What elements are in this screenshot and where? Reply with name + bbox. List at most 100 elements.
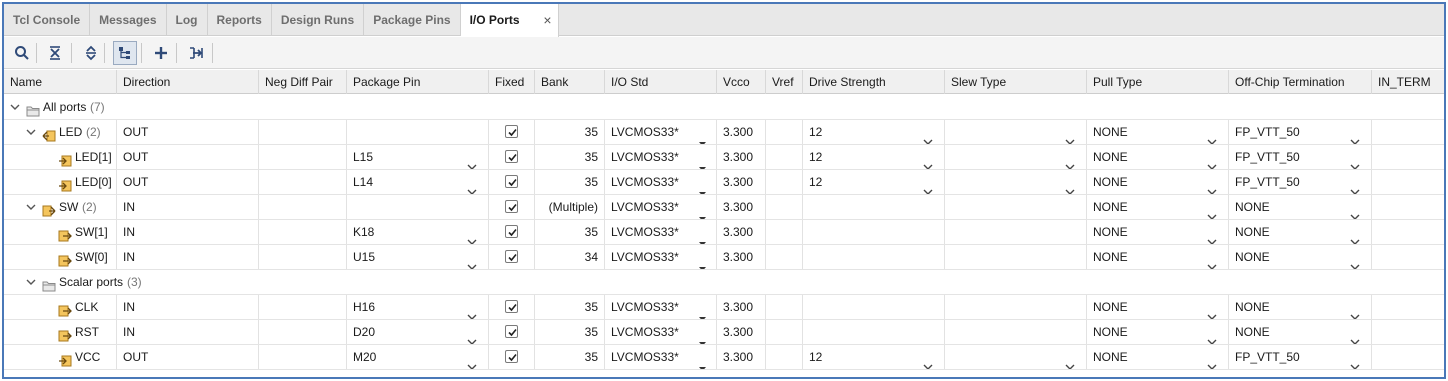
io-std-select[interactable]: LVCMOS33*	[605, 195, 717, 219]
dropdown-triangle-icon[interactable]	[699, 155, 706, 169]
chevron-down-icon[interactable]	[1350, 354, 1360, 369]
package-pin-select[interactable]: K18	[347, 220, 489, 244]
chevron-down-icon[interactable]	[1207, 229, 1217, 244]
slew-type-select[interactable]	[945, 170, 1087, 194]
slew-type-select[interactable]	[945, 145, 1087, 169]
pull-type-select[interactable]: NONE	[1087, 320, 1229, 344]
chevron-down-icon[interactable]	[923, 154, 933, 169]
chevron-down-icon[interactable]	[467, 229, 477, 244]
column-header-i-o-std[interactable]: I/O Std	[605, 70, 717, 94]
io-std-select[interactable]: LVCMOS33*	[605, 220, 717, 244]
slew-type-select[interactable]	[945, 345, 1087, 369]
table-row[interactable]: SW[1] IN K18 35 LVCMOS33* 3.300 NONE NONE	[4, 220, 1444, 245]
dropdown-triangle-icon[interactable]	[699, 180, 706, 194]
fixed-checkbox[interactable]	[505, 175, 518, 188]
dropdown-triangle-icon[interactable]	[699, 205, 706, 219]
chevron-down-icon[interactable]	[467, 304, 477, 319]
chevron-down-icon[interactable]	[26, 195, 36, 219]
package-pin-select[interactable]: D20	[347, 320, 489, 344]
table-row[interactable]: SW[0] IN U15 34 LVCMOS33* 3.300 NONE NONE	[4, 245, 1444, 270]
table-row[interactable]: LED[1] OUT L15 35 LVCMOS33* 3.300 12 NONE FP_VTT…	[4, 145, 1444, 170]
package-pin-select[interactable]: L15	[347, 145, 489, 169]
dropdown-triangle-icon[interactable]	[699, 255, 706, 269]
chevron-down-icon[interactable]	[10, 95, 20, 119]
tab-tcl-console[interactable]: Tcl Console	[4, 4, 91, 36]
column-header-bank[interactable]: Bank	[535, 70, 605, 94]
group-row[interactable]: All ports (7)	[4, 95, 1444, 120]
drive-strength-select[interactable]: 12	[803, 120, 945, 144]
fixed-checkbox[interactable]	[505, 350, 518, 363]
chevron-down-icon[interactable]	[1207, 329, 1217, 344]
io-std-select[interactable]: LVCMOS33*	[605, 170, 717, 194]
pull-type-select[interactable]: NONE	[1087, 145, 1229, 169]
fixed-checkbox[interactable]	[505, 150, 518, 163]
pull-type-select[interactable]: NONE	[1087, 345, 1229, 369]
tab-messages[interactable]: Messages	[90, 4, 167, 36]
tab-reports[interactable]: Reports	[208, 4, 272, 36]
tab-i-o-ports[interactable]: I/O Ports ×	[460, 4, 559, 37]
chevron-down-icon[interactable]	[467, 354, 477, 369]
tab-log[interactable]: Log	[167, 4, 208, 36]
column-header-name[interactable]: Name	[4, 70, 117, 94]
column-header-off-chip-termination[interactable]: Off-Chip Termination	[1229, 70, 1372, 94]
chevron-down-icon[interactable]	[467, 329, 477, 344]
group-by-interface-icon[interactable]	[113, 41, 137, 65]
off-chip-termination-select[interactable]: FP_VTT_50	[1229, 345, 1372, 369]
close-icon[interactable]: ×	[543, 4, 551, 36]
column-header-package-pin[interactable]: Package Pin	[347, 70, 489, 94]
fixed-checkbox[interactable]	[505, 125, 518, 138]
pull-type-select[interactable]: NONE	[1087, 220, 1229, 244]
off-chip-termination-select[interactable]: FP_VTT_50	[1229, 120, 1372, 144]
chevron-down-icon[interactable]	[923, 354, 933, 369]
chevron-down-icon[interactable]	[1350, 304, 1360, 319]
chevron-down-icon[interactable]	[1207, 204, 1217, 219]
drive-strength-select[interactable]: 12	[803, 170, 945, 194]
column-header-drive-strength[interactable]: Drive Strength	[803, 70, 945, 94]
drive-strength-select[interactable]: 12	[803, 345, 945, 369]
collapse-all-icon[interactable]	[43, 41, 67, 65]
column-header-direction[interactable]: Direction	[117, 70, 259, 94]
column-header-neg-diff-pair[interactable]: Neg Diff Pair	[259, 70, 347, 94]
tab-design-runs[interactable]: Design Runs	[272, 4, 365, 36]
pull-type-select[interactable]: NONE	[1087, 170, 1229, 194]
chevron-down-icon[interactable]	[1207, 129, 1217, 144]
io-std-select[interactable]: LVCMOS33*	[605, 345, 717, 369]
pull-type-select[interactable]: NONE	[1087, 120, 1229, 144]
pull-type-select[interactable]: NONE	[1087, 295, 1229, 319]
fixed-checkbox[interactable]	[505, 300, 518, 313]
column-header-vref[interactable]: Vref	[766, 70, 803, 94]
chevron-down-icon[interactable]	[1350, 179, 1360, 194]
chevron-down-icon[interactable]	[1350, 129, 1360, 144]
pull-type-select[interactable]: NONE	[1087, 195, 1229, 219]
fixed-checkbox[interactable]	[505, 250, 518, 263]
chevron-down-icon[interactable]	[1350, 254, 1360, 269]
package-pin-select[interactable]: U15	[347, 245, 489, 269]
column-header-vcco[interactable]: Vcco	[717, 70, 766, 94]
package-pin-select[interactable]: L14	[347, 170, 489, 194]
package-pin-select[interactable]: M20	[347, 345, 489, 369]
io-std-select[interactable]: LVCMOS33*	[605, 245, 717, 269]
off-chip-termination-select[interactable]: NONE	[1229, 245, 1372, 269]
off-chip-termination-select[interactable]: NONE	[1229, 195, 1372, 219]
column-header-slew-type[interactable]: Slew Type	[945, 70, 1087, 94]
off-chip-termination-select[interactable]: FP_VTT_50	[1229, 170, 1372, 194]
column-header-in-term[interactable]: IN_TERM	[1372, 70, 1444, 94]
package-pin-select[interactable]: H16	[347, 295, 489, 319]
fixed-checkbox[interactable]	[505, 325, 518, 338]
fixed-checkbox[interactable]	[505, 200, 518, 213]
chevron-down-icon[interactable]	[1207, 254, 1217, 269]
off-chip-termination-select[interactable]: FP_VTT_50	[1229, 145, 1372, 169]
dropdown-triangle-icon[interactable]	[699, 230, 706, 244]
expand-all-icon[interactable]	[79, 41, 103, 65]
table-row[interactable]: VCC OUT M20 35 LVCMOS33* 3.300 12 NONE FP_VTT_50	[4, 345, 1444, 370]
table-row[interactable]: LED (2) OUT 35 LVCMOS33* 3.300 12 NONE FP_VTT_50	[4, 120, 1444, 145]
chevron-down-icon[interactable]	[1065, 354, 1075, 369]
slew-type-select[interactable]	[945, 120, 1087, 144]
dropdown-triangle-icon[interactable]	[699, 305, 706, 319]
chevron-down-icon[interactable]	[1065, 154, 1075, 169]
group-row[interactable]: Scalar ports (3)	[4, 270, 1444, 295]
chevron-down-icon[interactable]	[467, 254, 477, 269]
io-std-select[interactable]: LVCMOS33*	[605, 120, 717, 144]
chevron-down-icon[interactable]	[467, 154, 477, 169]
chevron-down-icon[interactable]	[1065, 129, 1075, 144]
